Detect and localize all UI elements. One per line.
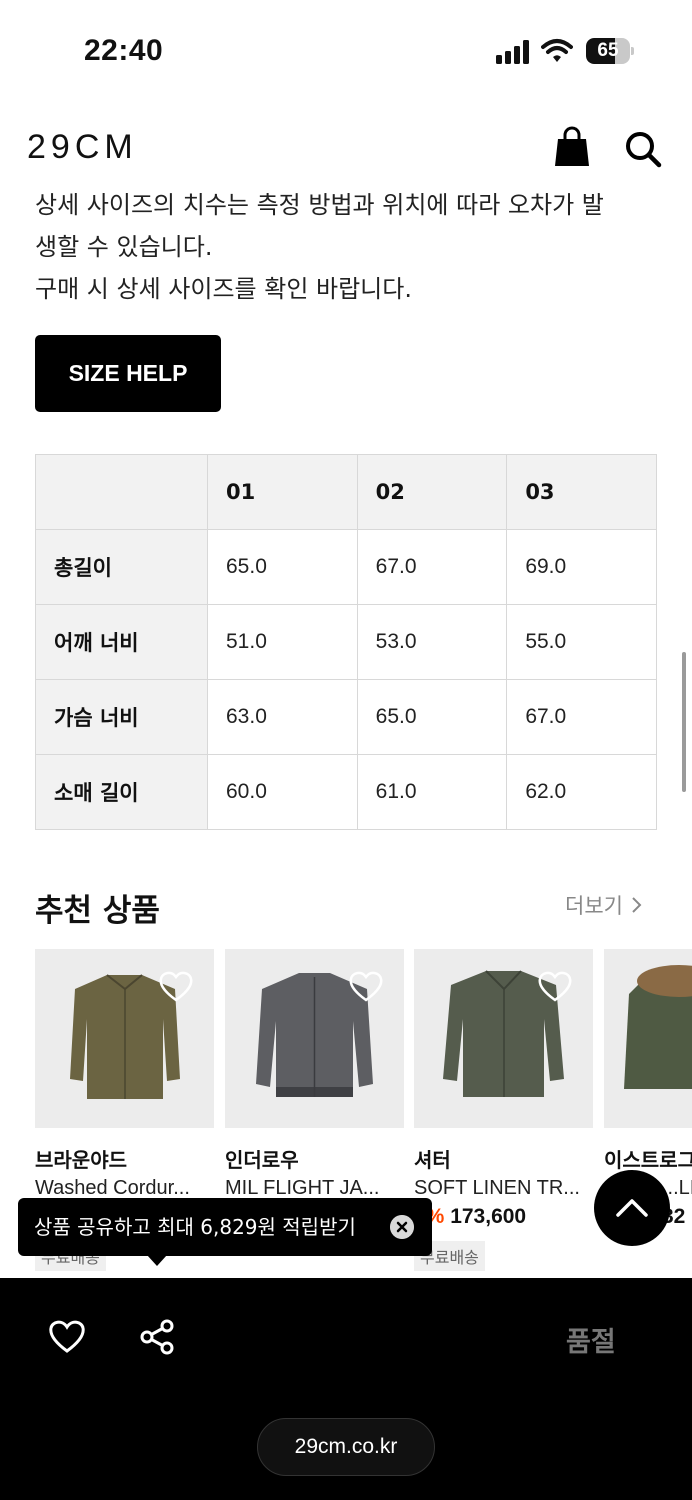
- search-icon[interactable]: [624, 130, 662, 168]
- size-column-header: 02: [356, 454, 508, 530]
- more-link[interactable]: 더보기: [565, 890, 643, 920]
- table-cell: 60.0: [207, 754, 358, 830]
- row-label: 소매 길이: [35, 754, 208, 830]
- product-brand: 셔터: [414, 1148, 451, 1172]
- shopping-bag-icon[interactable]: [554, 126, 590, 166]
- url-bar[interactable]: 29cm.co.kr: [257, 1418, 435, 1476]
- product-image[interactable]: [35, 949, 214, 1128]
- row-label: 가슴 너비: [35, 679, 208, 755]
- notice-line: 구매 시 상세 사이즈를 확인 바랍니다.: [35, 275, 412, 303]
- table-cell: 65.0: [207, 529, 358, 605]
- wifi-icon: [541, 39, 573, 62]
- table-row: 가슴 너비 63.0 65.0 67.0: [35, 679, 657, 755]
- battery-level: 65: [597, 40, 619, 61]
- product-card[interactable]: 셔터 SOFT LINEN TR... 0% 173,600 무료배송: [414, 949, 593, 1271]
- scrollbar[interactable]: [682, 652, 686, 792]
- logo[interactable]: 29CM: [27, 128, 138, 167]
- notice-line: 상세 사이즈의 치수는 측정 방법과 위치에 따라 오차가 발: [35, 191, 604, 219]
- table-cell: 69.0: [506, 529, 657, 605]
- row-label: 어깨 너비: [35, 604, 208, 680]
- status-time: 22:40: [84, 34, 164, 67]
- table-cell: 53.0: [356, 604, 508, 680]
- table-cell: 62.0: [506, 754, 657, 830]
- notice-line: 생할 수 있습니다.: [35, 233, 213, 261]
- battery-icon: 65: [586, 38, 634, 64]
- size-table: 01 02 03 총길이 65.0 67.0 69.0 어깨 너비 51.0 5…: [35, 454, 657, 830]
- chevron-up-icon: [616, 1199, 648, 1217]
- product-image[interactable]: [414, 949, 593, 1128]
- row-label: 총길이: [35, 529, 208, 605]
- recommendations-title: 추천 상품: [35, 893, 160, 929]
- close-icon[interactable]: [390, 1215, 414, 1239]
- table-row: 소매 길이 60.0 61.0 62.0: [35, 754, 657, 830]
- scroll-to-top-button[interactable]: [594, 1170, 670, 1246]
- table-cell: 55.0: [506, 604, 657, 680]
- product-brand: 인더로우: [225, 1148, 299, 1172]
- heart-icon[interactable]: [348, 969, 384, 1003]
- product-card[interactable]: 브라운야드 Washed Cordur... 무료배송: [35, 949, 214, 1271]
- bottom-action-bar: 품절 29cm.co.kr: [0, 1278, 692, 1500]
- table-cell: 61.0: [356, 754, 508, 830]
- product-name: SOFT LINEN TR...: [414, 1177, 580, 1199]
- cellular-signal-icon: [496, 40, 529, 64]
- heart-icon[interactable]: [48, 1318, 86, 1354]
- share-icon[interactable]: [138, 1318, 176, 1356]
- product-image[interactable]: [604, 949, 692, 1128]
- table-row: 총길이 65.0 67.0 69.0: [35, 529, 657, 605]
- heart-icon[interactable]: [537, 969, 573, 1003]
- jacket-image: [624, 965, 692, 1089]
- product-image[interactable]: [225, 949, 404, 1128]
- size-table-header-row: 01 02 03: [35, 454, 657, 530]
- product-name: Washed Cordur...: [35, 1177, 190, 1199]
- soldout-button[interactable]: 품절: [566, 1320, 616, 1359]
- size-table-corner: [35, 454, 208, 530]
- status-bar: 22:40 65: [0, 0, 692, 100]
- table-cell: 63.0: [207, 679, 358, 755]
- more-label: 더보기: [565, 894, 623, 918]
- chevron-right-icon: [632, 897, 642, 913]
- product-brand: 브라운야드: [35, 1148, 127, 1172]
- table-cell: 67.0: [356, 529, 508, 605]
- product-brand: 이스트로그: [604, 1148, 692, 1172]
- size-help-button[interactable]: SIZE HELP: [35, 335, 221, 412]
- tooltip-tail: [147, 1255, 167, 1266]
- table-cell: 67.0: [506, 679, 657, 755]
- table-cell: 51.0: [207, 604, 358, 680]
- tooltip-text: 상품 공유하고 최대 6,829원 적립받기: [34, 1215, 356, 1239]
- heart-icon[interactable]: [158, 969, 194, 1003]
- size-column-header: 03: [506, 454, 657, 530]
- product-price: 173,600: [450, 1205, 527, 1228]
- share-reward-tooltip: 상품 공유하고 최대 6,829원 적립받기: [18, 1198, 432, 1256]
- size-notice: 상세 사이즈의 치수는 측정 방법과 위치에 따라 오차가 발 생할 수 있습니…: [35, 184, 665, 310]
- size-column-header: 01: [207, 454, 358, 530]
- app-header: 29CM: [0, 120, 692, 180]
- product-card[interactable]: 인더로우 MIL FLIGHT JA...: [225, 949, 404, 1199]
- table-cell: 65.0: [356, 679, 508, 755]
- product-name: MIL FLIGHT JA...: [225, 1177, 380, 1199]
- table-row: 어깨 너비 51.0 53.0 55.0: [35, 604, 657, 680]
